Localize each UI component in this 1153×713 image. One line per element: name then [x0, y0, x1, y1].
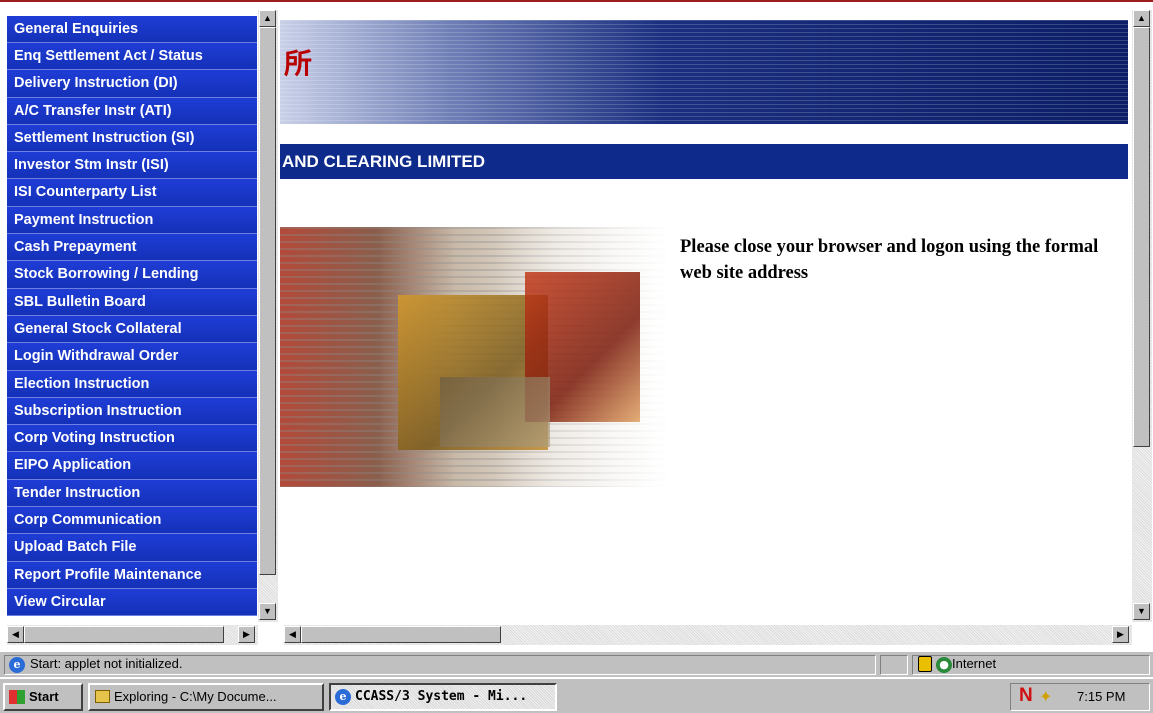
content-vertical-scrollbar[interactable]: ▲ ▼ [1132, 10, 1152, 622]
menu-horizontal-scrollbar[interactable]: ◀ ▶ [7, 625, 258, 645]
start-label: Start [29, 689, 59, 704]
scroll-down-arrow-icon[interactable]: ▼ [1133, 603, 1150, 620]
scroll-left-arrow-icon[interactable]: ◀ [7, 626, 24, 643]
header-banner: 所 [280, 20, 1128, 124]
browser-status-bar: e Start: applet not initialized. ● Inter… [0, 651, 1153, 677]
menu-item-ac-transfer-instr[interactable]: A/C Transfer Instr (ATI) [7, 97, 257, 125]
netscape-icon[interactable]: N [1019, 685, 1033, 707]
menu-item-general-stock-collateral[interactable]: General Stock Collateral [7, 315, 257, 344]
content-horizontal-scrollbar[interactable]: ◀ ▶ [284, 625, 1132, 645]
company-name-bar: AND CLEARING LIMITED [280, 144, 1128, 179]
menu-item-login-withdrawal-order[interactable]: Login Withdrawal Order [7, 343, 257, 371]
menu-item-corp-communication[interactable]: Corp Communication [7, 507, 257, 535]
taskbar-button-label: Exploring - C:\My Docume... [114, 689, 277, 704]
taskbar-button-label: CCASS/3 System - Mi... [355, 689, 528, 704]
scroll-up-arrow-icon[interactable]: ▲ [259, 10, 276, 27]
menu-frame: General Enquiries Enq Settlement Act / S… [0, 0, 280, 645]
menu-item-report-profile-maintenance[interactable]: Report Profile Maintenance [7, 561, 257, 589]
taskbar-button-exploring[interactable]: Exploring - C:\My Docume... [88, 683, 324, 711]
scroll-right-arrow-icon[interactable]: ▶ [238, 626, 255, 643]
menu-item-settlement-instruction[interactable]: Settlement Instruction (SI) [7, 124, 257, 153]
status-text: Start: applet not initialized. [30, 656, 183, 671]
menu-item-investor-stm-instr[interactable]: Investor Stm Instr (ISI) [7, 152, 257, 180]
system-tray: N ✦ 7:15 PM [1010, 683, 1150, 711]
scroll-thumb[interactable] [259, 27, 276, 575]
globe-icon: ● [936, 657, 952, 673]
content-frame: 所 AND CLEARING LIMITED Please close your… [280, 0, 1153, 645]
menu-item-corp-voting-instruction[interactable]: Corp Voting Instruction [7, 425, 257, 453]
scroll-right-arrow-icon[interactable]: ▶ [1112, 626, 1129, 643]
menu-item-election-instruction[interactable]: Election Instruction [7, 370, 257, 398]
menu-item-payment-instruction[interactable]: Payment Instruction [7, 206, 257, 235]
menu-item-isi-counterparty-list[interactable]: ISI Counterparty List [7, 179, 257, 207]
windows-logo-icon [9, 690, 25, 704]
start-button[interactable]: Start [3, 683, 83, 711]
menu-item-stock-borrowing-lending[interactable]: Stock Borrowing / Lending [7, 261, 257, 289]
banner-logo-text: 所 [284, 47, 313, 80]
ie-icon: e [335, 689, 351, 705]
windows-taskbar: Start Exploring - C:\My Docume... e CCAS… [0, 677, 1153, 713]
tray-app-icon[interactable]: ✦ [1039, 687, 1052, 707]
menu-item-tender-instruction[interactable]: Tender Instruction [7, 479, 257, 508]
folder-icon [95, 690, 110, 703]
scroll-thumb[interactable] [301, 626, 501, 643]
menu-item-subscription-instruction[interactable]: Subscription Instruction [7, 397, 257, 426]
menu-item-upload-batch-file[interactable]: Upload Batch File [7, 534, 257, 562]
scroll-down-arrow-icon[interactable]: ▼ [259, 603, 276, 620]
security-zone-text: Internet [952, 656, 997, 671]
scroll-thumb[interactable] [24, 626, 224, 643]
clock[interactable]: 7:15 PM [1077, 689, 1125, 704]
stock-market-image [280, 227, 670, 487]
logon-message: Please close your browser and logon usin… [680, 237, 1099, 283]
lock-icon [918, 656, 932, 672]
menu-item-enq-settlement-act-status[interactable]: Enq Settlement Act / Status [7, 43, 257, 71]
scroll-up-arrow-icon[interactable]: ▲ [1133, 10, 1150, 27]
menu-item-cash-prepayment[interactable]: Cash Prepayment [7, 234, 257, 262]
navigation-menu: General Enquiries Enq Settlement Act / S… [7, 16, 257, 617]
image-collage-panel [440, 377, 550, 447]
menu-item-sbl-bulletin-board[interactable]: SBL Bulletin Board [7, 288, 257, 316]
menu-item-general-enquiries[interactable]: General Enquiries [7, 16, 257, 43]
menu-item-eipo-application[interactable]: EIPO Application [7, 452, 257, 480]
ie-page-icon: e [9, 657, 25, 673]
scroll-thumb[interactable] [1133, 27, 1150, 447]
status-blank-pane [880, 655, 908, 675]
taskbar-button-ccass-system[interactable]: e CCASS/3 System - Mi... [329, 683, 557, 711]
menu-vertical-scrollbar[interactable]: ▲ ▼ [258, 10, 278, 622]
menu-item-view-circular[interactable]: View Circular [7, 588, 257, 617]
company-name: AND CLEARING LIMITED [282, 152, 486, 171]
menu-item-delivery-instruction[interactable]: Delivery Instruction (DI) [7, 70, 257, 98]
scroll-left-arrow-icon[interactable]: ◀ [284, 626, 301, 643]
